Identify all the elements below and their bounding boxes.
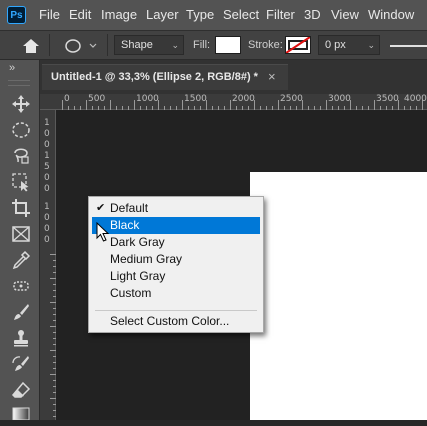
ruler-tick-label: 4000 xyxy=(404,94,427,104)
photoshop-logo-icon[interactable]: Ps xyxy=(7,6,26,24)
menu-item-label: Select Custom Color... xyxy=(110,314,230,328)
stroke-label: Stroke: xyxy=(248,39,283,51)
document-tab-title: Untitled-1 @ 33,3% (Ellipse 2, RGB/8#) * xyxy=(51,71,258,83)
fill-label: Fill: xyxy=(193,39,211,51)
menu-window[interactable]: Window xyxy=(368,0,414,30)
ruler-tick-label: 5 xyxy=(44,162,50,172)
ruler-tick-label: 0 xyxy=(44,235,50,245)
menu-3d[interactable]: 3D xyxy=(304,0,321,30)
ruler-tick-label: 3000 xyxy=(328,94,351,104)
options-divider xyxy=(107,34,108,56)
eyedropper-icon[interactable] xyxy=(11,250,31,270)
menu-item-custom[interactable]: Custom xyxy=(92,285,260,302)
ruler-tick-label: 0 xyxy=(64,94,70,104)
vertical-ruler[interactable]: 1 0 0 1 5 0 0 1 0 0 0 xyxy=(40,110,56,420)
horizontal-ruler[interactable]: 0 500 1000 1500 2000 2500 3000 3500 4000 xyxy=(40,94,427,110)
tool-mode-value: Shape xyxy=(121,39,153,51)
panel-expand-icon[interactable]: » xyxy=(9,62,15,74)
menu-select[interactable]: Select xyxy=(223,0,259,30)
menu-layer[interactable]: Layer xyxy=(146,0,179,30)
ruler-tick-label: 0 xyxy=(44,213,50,223)
ruler-tick-label: 1 xyxy=(44,151,50,161)
brush-icon[interactable] xyxy=(11,302,31,322)
frame-icon[interactable] xyxy=(11,224,31,244)
panel-grip-icon[interactable] xyxy=(8,80,30,86)
tool-mode-dropdown[interactable]: Shape ⌄ xyxy=(114,35,184,55)
menu-edit[interactable]: Edit xyxy=(69,0,91,30)
chevron-down-icon xyxy=(89,43,97,48)
menu-item-medium-gray[interactable]: Medium Gray xyxy=(92,251,260,268)
menu-item-label: Medium Gray xyxy=(110,252,183,266)
ruler-tick-label: 2500 xyxy=(280,94,303,104)
ruler-tick-label: 0 xyxy=(44,224,50,234)
ruler-tick-label: 1 xyxy=(44,202,50,212)
ruler-tick-label: 1 xyxy=(44,118,50,128)
stroke-swatch-icon[interactable] xyxy=(285,36,311,54)
ruler-tick-label: 3500 xyxy=(376,94,399,104)
crop-icon[interactable] xyxy=(11,198,31,218)
menu-item-light-gray[interactable]: Light Gray xyxy=(92,268,260,285)
menu-filter[interactable]: Filter xyxy=(266,0,295,30)
pasteboard-color-menu: ✔ Default Black Dark Gray Medium Gray Li… xyxy=(88,196,264,333)
checkmark-icon: ✔ xyxy=(96,202,106,214)
ruler-tick-label: 1000 xyxy=(136,94,159,104)
chevron-down-icon: ⌄ xyxy=(367,40,375,50)
fill-swatch-icon[interactable] xyxy=(215,36,241,54)
document-canvas[interactable] xyxy=(250,172,427,420)
elliptical-marquee-icon[interactable] xyxy=(11,120,31,140)
gradient-icon[interactable] xyxy=(11,406,31,421)
menu-item-select-custom-color[interactable]: Select Custom Color... xyxy=(92,313,260,330)
object-selection-icon[interactable] xyxy=(11,172,31,192)
menu-bar: Ps File Edit Image Layer Type Select Fil… xyxy=(0,0,427,30)
lasso-icon[interactable] xyxy=(11,146,31,166)
tools-panel: » xyxy=(0,60,40,421)
menu-file[interactable]: File xyxy=(39,0,60,30)
menu-view[interactable]: View xyxy=(331,0,359,30)
stroke-width-field[interactable]: 0 px ⌄ xyxy=(318,35,380,55)
menu-item-label: Custom xyxy=(110,286,152,300)
home-icon[interactable] xyxy=(21,37,41,55)
tool-preset-picker[interactable] xyxy=(63,37,99,55)
healing-brush-icon[interactable] xyxy=(11,276,31,296)
menu-separator xyxy=(95,310,257,311)
close-icon[interactable]: × xyxy=(268,69,276,84)
chevron-down-icon: ⌄ xyxy=(171,40,179,50)
menu-type[interactable]: Type xyxy=(186,0,214,30)
menu-item-label: Light Gray xyxy=(110,269,166,283)
mouse-pointer-icon xyxy=(96,221,110,245)
history-brush-icon[interactable] xyxy=(11,354,31,374)
move-tool-icon[interactable] xyxy=(11,94,31,114)
options-divider xyxy=(49,34,50,56)
ruler-tick-label: 2000 xyxy=(232,94,255,104)
options-bar: Shape ⌄ Fill: Stroke: 0 px ⌄ xyxy=(0,30,427,60)
menu-item-label: Black xyxy=(110,218,140,232)
ruler-tick-label: 0 xyxy=(44,129,50,139)
ellipse-tool-icon xyxy=(65,39,97,53)
document-tab[interactable]: Untitled-1 @ 33,3% (Ellipse 2, RGB/8#) *… xyxy=(42,64,288,90)
ruler-tick-label: 0 xyxy=(44,184,50,194)
menu-item-label: Dark Gray xyxy=(110,235,165,249)
ruler-tick-label: 0 xyxy=(44,140,50,150)
ruler-tick-label: 0 xyxy=(44,173,50,183)
menu-item-default[interactable]: ✔ Default xyxy=(92,200,260,217)
menu-image[interactable]: Image xyxy=(101,0,137,30)
stroke-type-line-icon[interactable] xyxy=(390,45,427,47)
menu-item-black[interactable]: Black xyxy=(92,217,260,234)
menu-item-label: Default xyxy=(110,201,149,215)
eraser-icon[interactable] xyxy=(11,380,31,400)
stroke-width-value: 0 px xyxy=(325,39,346,51)
clone-stamp-icon[interactable] xyxy=(11,328,31,348)
ruler-tick-label: 1500 xyxy=(184,94,207,104)
menu-item-dark-gray[interactable]: Dark Gray xyxy=(92,234,260,251)
ruler-tick-label: 500 xyxy=(88,94,106,104)
